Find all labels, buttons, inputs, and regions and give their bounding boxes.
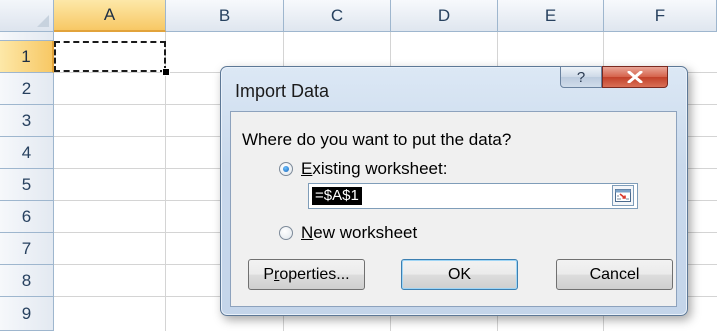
help-icon: ?: [576, 68, 586, 86]
active-cell-a1[interactable]: [54, 41, 166, 72]
select-all-corner[interactable]: [0, 0, 54, 32]
new-worksheet-label: New worksheet: [301, 223, 418, 242]
column-header-f[interactable]: F: [604, 0, 717, 32]
row-header-4[interactable]: 4: [0, 137, 54, 169]
column-header-e[interactable]: E: [498, 0, 604, 32]
close-button[interactable]: [602, 66, 668, 88]
cell-reference-value: =$A$1: [312, 187, 362, 205]
cancel-label: Cancel: [589, 265, 640, 283]
column-header-b[interactable]: B: [166, 0, 284, 32]
existing-worksheet-label: Existing worksheet:: [301, 159, 448, 178]
dialog-body: Where do you want to put the data? Exist…: [230, 111, 677, 307]
row-header-9[interactable]: 9: [0, 297, 54, 331]
properties-button[interactable]: Pr operties...: [248, 259, 365, 290]
row-header-top-gap: [0, 32, 54, 41]
close-icon: [627, 71, 643, 83]
properties-label-end: operties...: [279, 265, 350, 283]
row-header-2[interactable]: 2: [0, 73, 54, 105]
import-data-dialog: Import Data ? Where do you want to put t…: [220, 66, 688, 316]
destination-prompt: Where do you want to put the data?: [242, 130, 512, 149]
existing-worksheet-option[interactable]: Existing worksheet:: [279, 159, 447, 179]
ok-label: OK: [447, 265, 472, 283]
radio-selected-icon[interactable]: [279, 162, 293, 176]
column-header-d[interactable]: D: [391, 0, 498, 32]
cancel-button[interactable]: Cancel: [556, 259, 673, 290]
new-worksheet-option[interactable]: New worksheet: [279, 223, 417, 243]
dialog-title: Import Data: [235, 81, 330, 101]
radio-unselected-icon[interactable]: [279, 226, 293, 240]
ok-button[interactable]: OK: [401, 259, 518, 290]
row-header-1[interactable]: 1: [0, 41, 54, 73]
row-header-3[interactable]: 3: [0, 105, 54, 137]
cell-reference-input[interactable]: =$A$1: [308, 183, 638, 209]
row-header-5[interactable]: 5: [0, 169, 54, 201]
collapse-dialog-icon: [615, 189, 631, 202]
fill-handle[interactable]: [162, 68, 170, 76]
row-header-8[interactable]: 8: [0, 265, 54, 297]
row-header-7[interactable]: 7: [0, 233, 54, 265]
column-header-a[interactable]: A: [54, 0, 166, 32]
help-button[interactable]: ?: [560, 66, 602, 88]
collapse-dialog-button[interactable]: [612, 185, 634, 206]
column-header-c[interactable]: C: [284, 0, 391, 32]
properties-label-start: P: [263, 265, 275, 283]
select-all-triangle-icon: [37, 15, 49, 27]
grid-line: [165, 32, 166, 331]
row-header-6[interactable]: 6: [0, 201, 54, 233]
